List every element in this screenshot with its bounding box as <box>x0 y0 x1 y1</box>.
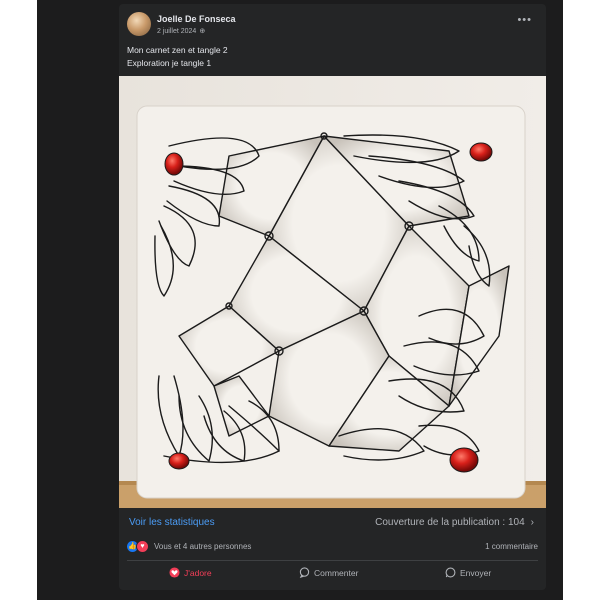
send-button[interactable]: Envoyer <box>445 567 491 578</box>
avatar[interactable] <box>127 12 151 36</box>
comment-button[interactable]: Commenter <box>299 567 358 578</box>
divider <box>127 560 538 561</box>
more-icon[interactable]: ••• <box>517 14 532 26</box>
screenshot-frame: Joelle De Fonseca 2 juillet 2024 ⊕ ••• Mo… <box>37 0 563 600</box>
author-name[interactable]: Joelle De Fonseca <box>157 14 236 24</box>
love-button[interactable]: J'adore <box>169 567 212 578</box>
globe-icon: ⊕ <box>199 28 206 35</box>
post-date[interactable]: 2 juillet 2024 <box>157 28 196 35</box>
stats-bar: Voir les statistiques Couverture de la p… <box>119 512 546 534</box>
comment-button-label: Commenter <box>314 567 359 578</box>
whatsapp-icon <box>445 567 456 578</box>
love-reaction-icon: ♥ <box>136 540 149 553</box>
caption-line: Mon carnet zen et tangle 2 <box>127 45 228 55</box>
post-reach[interactable]: Couverture de la publication : 104 › <box>375 517 534 528</box>
comments-count[interactable]: 1 commentaire <box>485 542 538 551</box>
post-header: Joelle De Fonseca 2 juillet 2024 ⊕ ••• <box>127 10 538 40</box>
view-insights-link[interactable]: Voir les statistiques <box>129 517 215 528</box>
zentangle-drawing <box>119 76 546 508</box>
post-caption: Mon carnet zen et tangle 2 Exploration j… <box>127 44 538 70</box>
post-photo[interactable] <box>119 76 546 508</box>
love-button-label: J'adore <box>184 567 212 578</box>
heart-icon <box>169 567 180 578</box>
chevron-right-icon: › <box>530 517 534 528</box>
action-bar: J'adore Commenter Envoyer <box>119 564 546 588</box>
reactions-text: Vous et 4 autres personnes <box>154 542 252 551</box>
post-date-row: 2 juillet 2024 ⊕ <box>157 27 205 35</box>
caption-line: Exploration je tangle 1 <box>127 58 212 68</box>
send-button-label: Envoyer <box>460 567 492 578</box>
post-card: Joelle De Fonseca 2 juillet 2024 ⊕ ••• Mo… <box>119 4 546 590</box>
comment-icon <box>299 567 310 578</box>
post-reach-label: Couverture de la publication : 104 <box>375 517 525 528</box>
